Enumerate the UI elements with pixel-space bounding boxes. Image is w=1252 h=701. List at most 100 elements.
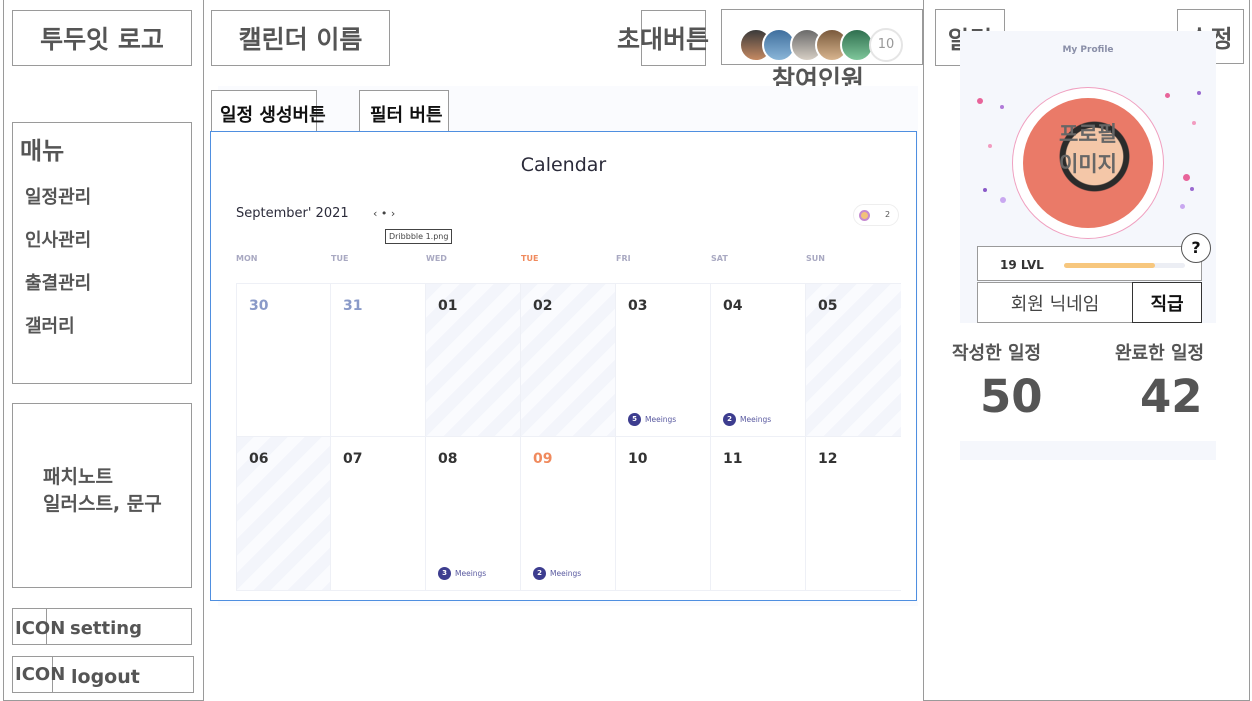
calendar-day[interactable]: 09 2 Meeings: [521, 437, 616, 591]
calendar-user-badge[interactable]: 2: [853, 204, 899, 226]
calendar-day[interactable]: 04 2 Meeings: [711, 283, 806, 437]
participants-box[interactable]: 10: [721, 9, 923, 65]
menu-title: 매뉴: [20, 137, 65, 165]
created-label: 작성한 일정: [952, 343, 1042, 364]
nickname-field[interactable]: 회원 닉네임: [977, 282, 1133, 323]
day-number: 01: [438, 298, 458, 314]
sidebar-item-schedule[interactable]: 일정관리: [25, 183, 91, 209]
day-number: 08: [438, 451, 458, 467]
badge-avatar-icon: [859, 210, 870, 221]
setting-label: setting: [70, 618, 142, 639]
level-label: 19 LVL: [1000, 258, 1044, 272]
rank-label: 직급: [1150, 293, 1184, 315]
profile-header: My Profile: [1062, 45, 1114, 55]
decor-dot: [1190, 187, 1194, 191]
level-bar: 19 LVL: [977, 246, 1202, 281]
weekday-label: TUE: [521, 254, 539, 263]
filter-label: 필터 버튼: [370, 105, 443, 126]
setting-button[interactable]: ICON setting: [12, 608, 192, 645]
decor-dot: [1000, 197, 1006, 203]
calendar-day[interactable]: 31: [331, 283, 426, 437]
weekday-label: MON: [236, 254, 258, 263]
calendar-day[interactable]: 05: [806, 283, 901, 437]
meeting-count: 5: [628, 413, 641, 426]
calendar-month: September' 2021: [236, 206, 349, 221]
sidebar-item-attendance[interactable]: 출결관리: [25, 269, 91, 295]
help-icon[interactable]: ?: [1181, 233, 1211, 263]
app-logo[interactable]: 투두잇 로고: [12, 10, 192, 66]
app-logo-text: 투두잇 로고: [40, 25, 164, 54]
meeting-label: Meeings: [740, 415, 772, 424]
calendar-title: Calendar: [520, 154, 607, 176]
invite-button-label: 초대버튼: [617, 25, 710, 54]
day-number: 12: [818, 451, 838, 467]
day-number: 07: [343, 451, 363, 467]
meeting-indicator[interactable]: 2 Meeings: [723, 413, 771, 426]
badge-count: 2: [885, 210, 891, 219]
decor-dot: [1197, 91, 1201, 95]
weekday-label: SAT: [711, 254, 728, 263]
meeting-label: Meeings: [645, 415, 677, 424]
decor-dot: [1180, 204, 1185, 209]
calendar-name[interactable]: 캘린더 이름: [211, 10, 390, 66]
day-number: 31: [343, 298, 363, 314]
rank-field[interactable]: 직급: [1132, 282, 1202, 323]
calendar-day[interactable]: 02: [521, 283, 616, 437]
decor-dot: [1165, 93, 1170, 98]
day-number: 06: [249, 451, 269, 467]
calendar-tooltip: Dribbble 1.png: [385, 229, 453, 244]
setting-icon-label: ICON: [15, 618, 66, 639]
calendar-name-text: 캘린더 이름: [238, 25, 363, 54]
calendar-day[interactable]: 08 3 Meeings: [426, 437, 521, 591]
meeting-count: 2: [723, 413, 736, 426]
calendar-nav[interactable]: ‹ • ›: [373, 207, 395, 220]
created-value: 50: [980, 370, 1043, 423]
day-number: 30: [249, 298, 269, 314]
meeting-count: 2: [533, 567, 546, 580]
level-progress-track: [1064, 263, 1185, 268]
meeting-indicator[interactable]: 5 Meeings: [628, 413, 676, 426]
meeting-label: Meeings: [550, 569, 582, 578]
calendar-day[interactable]: 12: [806, 437, 901, 591]
meeting-count: 3: [438, 567, 451, 580]
calendar-widget: Calendar September' 2021 ‹ • › Dribbble …: [210, 131, 917, 601]
meeting-label: Meeings: [455, 569, 487, 578]
day-number: 09: [533, 451, 553, 467]
calendar-day[interactable]: 30: [236, 283, 331, 437]
patch-note-text: 패치노트 일러스트, 문구: [43, 466, 162, 515]
nickname-label: 회원 닉네임: [1010, 293, 1100, 315]
meeting-indicator[interactable]: 3 Meeings: [438, 567, 486, 580]
stats-footer-bar: [960, 441, 1216, 460]
calendar-day[interactable]: 03 5 Meeings: [616, 283, 711, 437]
patch-note-area: 패치노트 일러스트, 문구: [12, 403, 192, 588]
day-number: 05: [818, 298, 838, 314]
decor-dot: [983, 188, 987, 192]
logout-button[interactable]: ICON logout: [12, 656, 194, 693]
weekday-label: WED: [426, 254, 447, 263]
completed-label: 완료한 일정: [1115, 343, 1205, 364]
weekday-label: TUE: [331, 254, 349, 263]
calendar-day[interactable]: 10: [616, 437, 711, 591]
day-number: 10: [628, 451, 648, 467]
meeting-indicator[interactable]: 2 Meeings: [533, 567, 581, 580]
profile-image-label: 프로필 이미지: [1059, 122, 1117, 176]
decor-dot: [1000, 105, 1004, 109]
decor-dot: [977, 98, 983, 104]
logout-label: logout: [71, 666, 140, 688]
calendar-day[interactable]: 07: [331, 437, 426, 591]
create-schedule-label: 일정 생성버튼: [220, 105, 326, 126]
day-number: 02: [533, 298, 553, 314]
weekday-label: SUN: [806, 254, 825, 263]
weekday-label: FRI: [616, 254, 631, 263]
day-number: 03: [628, 298, 648, 314]
sidebar-menu: 매뉴 일정관리 인사관리 출결관리 갤러리: [12, 122, 192, 384]
participant-count-badge: 10: [869, 28, 903, 62]
level-progress-fill: [1064, 263, 1155, 268]
day-number: 11: [723, 451, 743, 467]
calendar-day[interactable]: 01: [426, 283, 521, 437]
day-number: 04: [723, 298, 743, 314]
calendar-day[interactable]: 11: [711, 437, 806, 591]
calendar-day[interactable]: 06: [236, 437, 331, 591]
sidebar-item-hr[interactable]: 인사관리: [25, 226, 91, 252]
sidebar-item-gallery[interactable]: 갤러리: [25, 312, 75, 338]
